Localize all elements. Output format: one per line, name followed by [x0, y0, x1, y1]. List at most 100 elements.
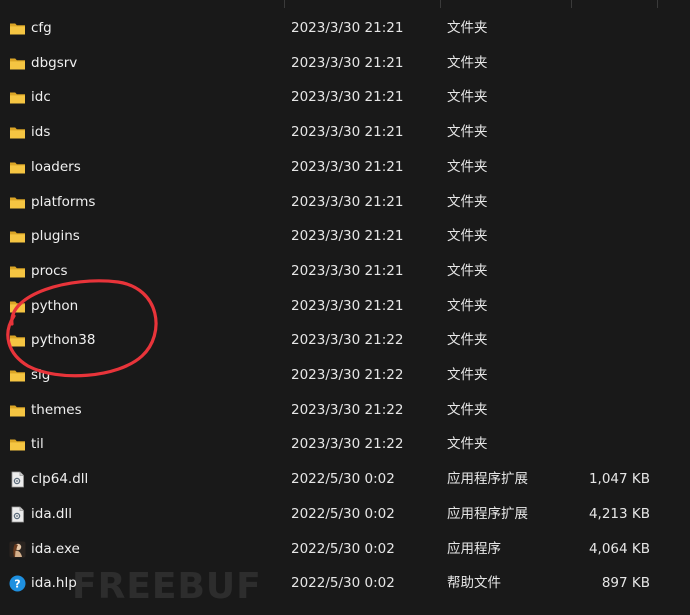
- file-row-loaders[interactable]: loaders 2023/3/30 21:21 文件夹: [0, 150, 690, 185]
- file-name: dbgsrv: [31, 54, 78, 71]
- file-size: [540, 115, 650, 150]
- file-row-ida-hlp[interactable]: ? ida.hlp 2022/5/30 0:02 帮助文件 897 KB: [0, 566, 690, 601]
- file-row-plugins[interactable]: plugins 2023/3/30 21:21 文件夹: [0, 219, 690, 254]
- modified-date: 2022/5/30 0:02: [291, 471, 395, 488]
- svg-text:?: ?: [14, 578, 20, 591]
- folder-icon: [9, 20, 26, 37]
- file-size: [540, 427, 650, 462]
- file-type: 应用程序扩展: [447, 505, 528, 522]
- file-row-python[interactable]: python 2023/3/30 21:21 文件夹: [0, 289, 690, 324]
- file-type: 文件夹: [447, 401, 488, 418]
- modified-date: 2023/3/30 21:21: [291, 89, 404, 106]
- dll-file-icon: [9, 506, 26, 523]
- modified-date: 2023/3/30 21:22: [291, 367, 404, 383]
- modified-date: 2023/3/30 21:21: [291, 124, 404, 141]
- file-size: 897 KB: [601, 575, 650, 592]
- modified-date: 2022/5/30 0:02: [291, 540, 395, 557]
- column-divider-size-end[interactable]: [657, 0, 658, 8]
- file-row-ids[interactable]: ids 2023/3/30 21:21 文件夹: [0, 115, 690, 150]
- file-type: 文件夹: [447, 89, 488, 106]
- modified-date: 2023/3/30 21:21: [291, 193, 404, 210]
- file-name: cfg: [31, 20, 52, 36]
- file-name: procs: [31, 262, 68, 279]
- folder-icon: [9, 332, 26, 349]
- modified-date: 2023/3/30 21:22: [291, 332, 404, 349]
- folder-icon: [9, 89, 26, 106]
- file-type: 文件夹: [447, 262, 488, 279]
- file-size: [540, 289, 650, 324]
- file-size: [540, 46, 650, 81]
- file-row-til[interactable]: til 2023/3/30 21:22 文件夹: [0, 427, 690, 462]
- file-size: 4,213 KB: [588, 505, 650, 522]
- modified-date: 2022/5/30 0:02: [291, 505, 395, 522]
- folder-icon: [9, 436, 26, 453]
- file-size: [540, 219, 650, 254]
- modified-date: 2023/3/30 21:21: [291, 20, 404, 36]
- file-type: 文件夹: [447, 158, 488, 175]
- folder-icon: [9, 55, 26, 72]
- file-name: plugins: [31, 228, 80, 245]
- file-row-procs[interactable]: procs 2023/3/30 21:21 文件夹: [0, 254, 690, 289]
- file-type: 应用程序: [447, 540, 501, 557]
- file-name: ida.hlp: [31, 575, 77, 592]
- file-row-ida-exe[interactable]: ida.exe 2022/5/30 0:02 应用程序 4,064 KB: [0, 532, 690, 567]
- file-name: python: [31, 297, 79, 314]
- file-type: 文件夹: [447, 54, 488, 71]
- file-name: python38: [31, 332, 96, 349]
- file-type: 文件夹: [447, 193, 488, 210]
- file-name: sig: [31, 367, 51, 383]
- file-size: 4,064 KB: [588, 540, 650, 557]
- ida-app-icon: [9, 541, 26, 558]
- folder-icon: [9, 263, 26, 280]
- modified-date: 2023/3/30 21:21: [291, 228, 404, 245]
- column-divider-name-date[interactable]: [284, 0, 285, 8]
- file-row-idc[interactable]: idc 2023/3/30 21:21 文件夹: [0, 80, 690, 115]
- file-size: 1,047 KB: [588, 471, 650, 488]
- file-list: cfg 2023/3/30 21:21 文件夹 dbgsrv 2023/3/30 21:…: [0, 0, 690, 615]
- column-divider-type-size[interactable]: [571, 0, 572, 8]
- file-size: [540, 393, 650, 428]
- file-size: [540, 254, 650, 289]
- file-name: idc: [31, 89, 51, 106]
- file-type: 文件夹: [447, 124, 488, 141]
- file-type: 文件夹: [447, 297, 488, 314]
- file-row-ida-dll[interactable]: ida.dll 2022/5/30 0:02 应用程序扩展 4,213 KB: [0, 497, 690, 532]
- modified-date: 2023/3/30 21:21: [291, 262, 404, 279]
- file-type: 文件夹: [447, 367, 488, 383]
- file-row-cfg[interactable]: cfg 2023/3/30 21:21 文件夹: [0, 11, 690, 46]
- file-row-themes[interactable]: themes 2023/3/30 21:22 文件夹: [0, 393, 690, 428]
- folder-icon: [9, 402, 26, 419]
- folder-icon: [9, 159, 26, 176]
- file-row-dbgsrv[interactable]: dbgsrv 2023/3/30 21:21 文件夹: [0, 46, 690, 81]
- modified-date: 2023/3/30 21:22: [291, 401, 404, 418]
- file-size: [540, 80, 650, 115]
- file-row-platforms[interactable]: platforms 2023/3/30 21:21 文件夹: [0, 185, 690, 220]
- file-type: 帮助文件: [447, 575, 501, 592]
- modified-date: 2023/3/30 21:21: [291, 54, 404, 71]
- column-divider-date-type[interactable]: [440, 0, 441, 8]
- folder-icon: [9, 367, 26, 384]
- file-type: 文件夹: [447, 436, 488, 453]
- folder-icon: [9, 124, 26, 141]
- file-name: ida.exe: [31, 540, 80, 557]
- file-name: platforms: [31, 193, 96, 210]
- dll-file-icon: [9, 471, 26, 488]
- file-row-python38[interactable]: python38 2023/3/30 21:22 文件夹: [0, 323, 690, 358]
- file-size: [540, 323, 650, 358]
- file-size: [540, 185, 650, 220]
- modified-date: 2023/3/30 21:22: [291, 436, 404, 453]
- file-name: ida.dll: [31, 505, 72, 522]
- file-name: loaders: [31, 158, 81, 175]
- modified-date: 2023/3/30 21:21: [291, 297, 404, 314]
- modified-date: 2022/5/30 0:02: [291, 575, 395, 592]
- help-file-icon: ?: [9, 575, 26, 592]
- file-type: 文件夹: [447, 332, 488, 349]
- file-size: [540, 358, 650, 393]
- file-row-clp64-dll[interactable]: clp64.dll 2022/5/30 0:02 应用程序扩展 1,047 KB: [0, 462, 690, 497]
- file-row-sig[interactable]: sig 2023/3/30 21:22 文件夹: [0, 358, 690, 393]
- file-name: til: [31, 436, 44, 453]
- file-name: clp64.dll: [31, 471, 89, 488]
- file-type: 文件夹: [447, 20, 488, 36]
- modified-date: 2023/3/30 21:21: [291, 158, 404, 175]
- file-type: 应用程序扩展: [447, 471, 528, 488]
